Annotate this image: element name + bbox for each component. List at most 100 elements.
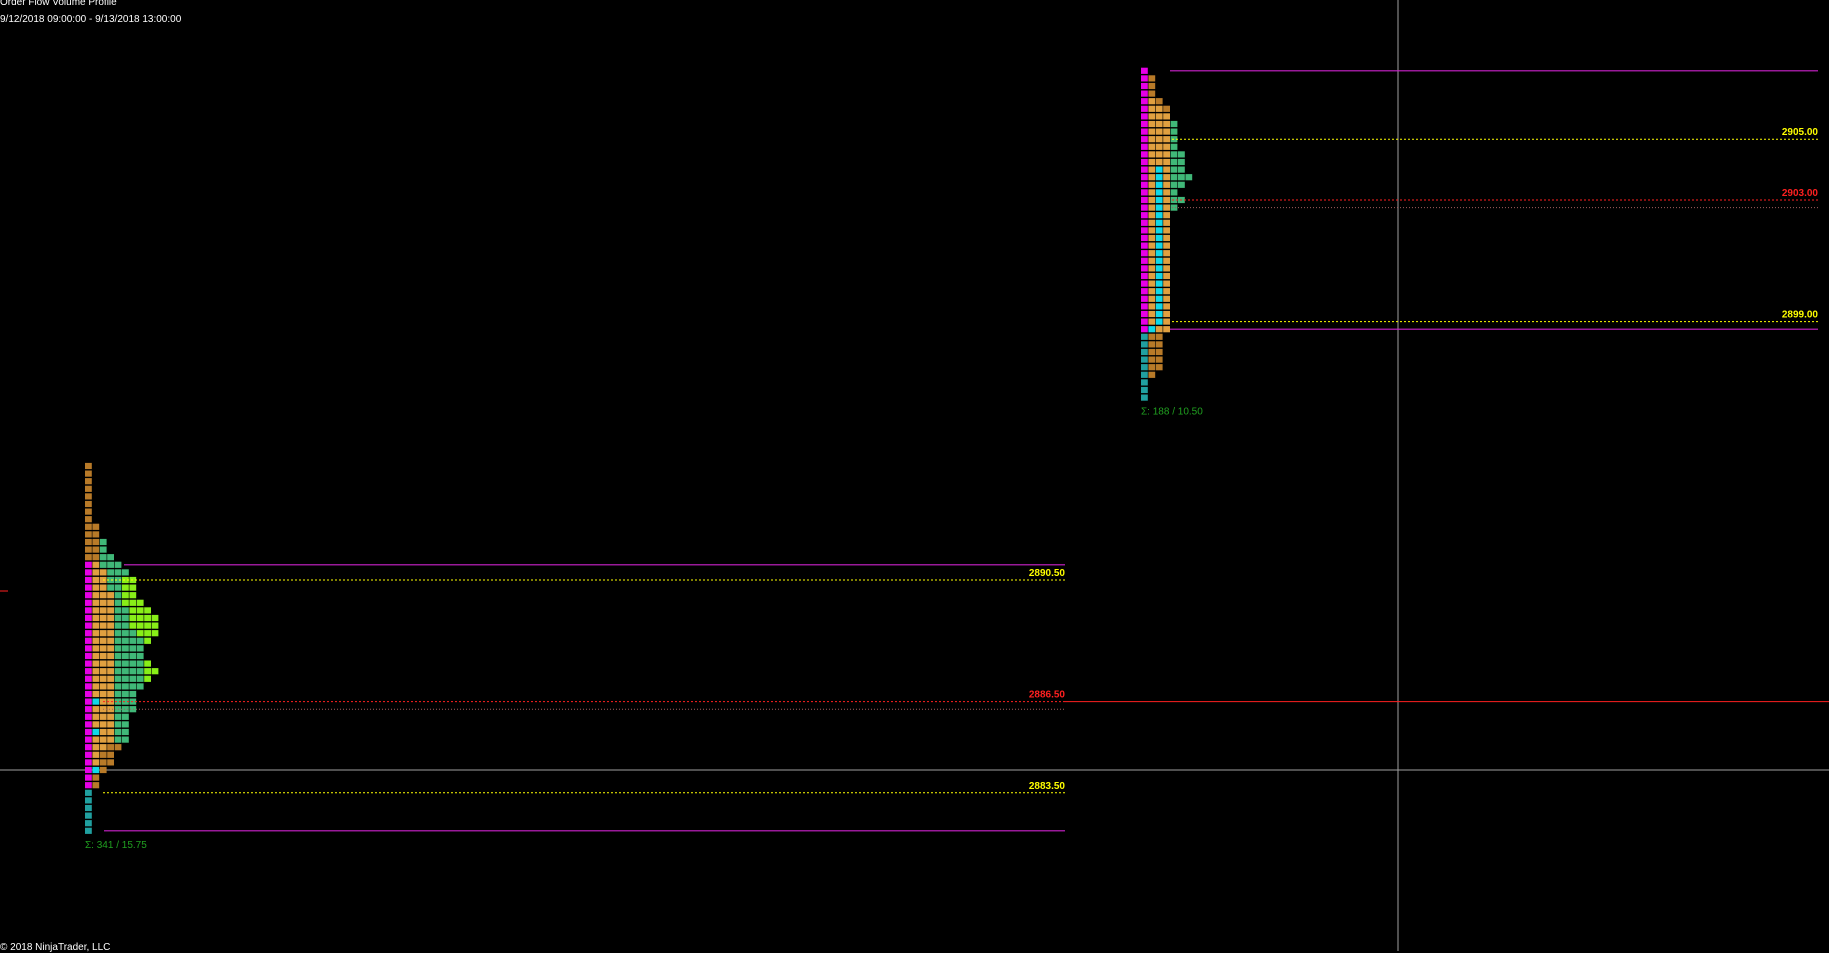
profile-cell [107, 554, 114, 561]
profile-cell [92, 554, 100, 561]
profile-cell [122, 713, 129, 720]
profile-cell [1141, 379, 1148, 386]
profile-cell [129, 652, 137, 660]
profile-cell [144, 675, 151, 682]
profile-cell [1141, 212, 1148, 219]
profile-cell [107, 668, 114, 675]
profile-cell [129, 584, 137, 591]
profile-cell [1148, 181, 1156, 188]
profile-cell [1178, 181, 1185, 188]
volume-profile-chart[interactable]: 2890.50 2883.50 2886.50 Σ: 341 / 15.75 2905.… [0, 0, 1829, 951]
profile-cell [1155, 212, 1163, 219]
profile-cell [1155, 318, 1163, 325]
profile-cell [1155, 136, 1163, 143]
profile-cell [1148, 295, 1156, 302]
profile-cell [122, 683, 129, 690]
profile-cell [1148, 303, 1156, 310]
profile-cell [107, 721, 114, 728]
profile-cell [92, 607, 100, 614]
profile-cell [1148, 136, 1156, 143]
profile-cell [1141, 242, 1148, 249]
profile-cell [99, 736, 107, 743]
profile-cell [1163, 288, 1170, 295]
profile-cell [85, 721, 92, 728]
profile-cell [1141, 136, 1148, 143]
profile-cell [85, 797, 92, 804]
profile-cell [1163, 250, 1170, 257]
profile-cell [92, 531, 100, 538]
profile-cell [136, 630, 144, 637]
profile-cell [107, 630, 114, 637]
profile-cell [114, 713, 122, 720]
profile-cell [1155, 303, 1163, 310]
profile-cell [1155, 288, 1163, 295]
profile-cell [114, 599, 122, 606]
profile-cell [136, 660, 144, 667]
profile-cell [107, 713, 114, 720]
profile-cell [1155, 189, 1163, 196]
profile-cell [122, 652, 129, 660]
profile-cell [1163, 310, 1170, 318]
profile-cell [92, 675, 100, 682]
profile-cell [122, 728, 129, 736]
profile-cell [1155, 174, 1163, 181]
profile-cell [99, 622, 107, 629]
profile-cell [99, 759, 107, 766]
profile-cell [114, 675, 122, 682]
profile-cell [1141, 67, 1148, 74]
profile-cell [85, 607, 92, 614]
profile-cell [92, 728, 100, 736]
profile-cell [1163, 143, 1170, 150]
profile-cell [85, 728, 92, 736]
profile-cell [107, 751, 114, 758]
profile-cell [1170, 158, 1178, 166]
profile-cell [122, 592, 129, 599]
profile-cell [136, 683, 144, 690]
profile-cell [92, 592, 100, 599]
profile-cell [1170, 143, 1178, 150]
profile-cell [1148, 371, 1156, 378]
profile-cell [1148, 151, 1156, 158]
profile-cell [122, 660, 129, 667]
profile-cell [85, 462, 92, 470]
profile-cell [1155, 341, 1163, 348]
profile-cell [92, 698, 100, 705]
profile-cell [129, 622, 137, 629]
profile-cell [1148, 219, 1156, 226]
profile-cell [1163, 295, 1170, 302]
profile-cell [1155, 227, 1163, 234]
profile-cell [1163, 120, 1170, 128]
profile-cell [1141, 105, 1148, 112]
profile-cell [1170, 166, 1178, 173]
profile-cell [99, 546, 107, 553]
profile-cell [99, 668, 107, 675]
profile-cell [1170, 151, 1178, 158]
profile-cell [144, 607, 151, 614]
profile-cell [1141, 75, 1148, 82]
profile-cell [92, 774, 100, 781]
profile-cell [1148, 310, 1156, 318]
profile-cell [1148, 341, 1156, 348]
profile-cell [85, 744, 92, 751]
profile-cell [1155, 333, 1163, 340]
profile-cell [122, 675, 129, 682]
profile-cell [1163, 113, 1170, 120]
profile-cell [1178, 151, 1185, 158]
profile-cell [99, 607, 107, 614]
profile-cell [85, 713, 92, 720]
profile-cell [1163, 272, 1170, 280]
profile-cell [85, 584, 92, 591]
profile-cell [1163, 326, 1170, 333]
profile-cell [1148, 333, 1156, 340]
profile-cell [1141, 265, 1148, 272]
profile-cell [1141, 189, 1148, 196]
profile-cell [1141, 364, 1148, 371]
profile-cell [114, 660, 122, 667]
profile-cell [1170, 189, 1178, 196]
profile-cell [85, 683, 92, 690]
profile-cell [1163, 242, 1170, 249]
profile-cell [85, 614, 92, 622]
profile-cell [1155, 265, 1163, 272]
profile-cell [1148, 204, 1156, 211]
profile-cell [129, 690, 137, 698]
